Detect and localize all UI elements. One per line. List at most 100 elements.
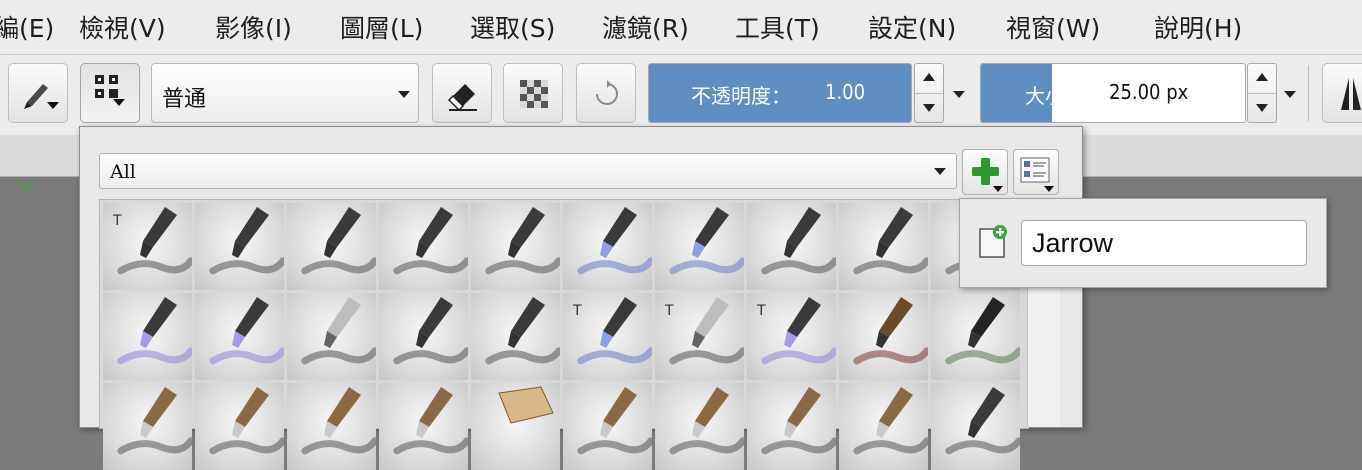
- blend-mode-select[interactable]: 普通: [151, 63, 419, 123]
- brush-preset-tile[interactable]: [103, 383, 192, 470]
- tool-options-bar: 普通 不透明度： 1.00 大小： 25.00 px: [0, 55, 1362, 135]
- brush-preset-thumbnail-icon: [577, 387, 652, 455]
- brush-preset-thumbnail-icon: [669, 207, 744, 275]
- menu-edit[interactable]: 編(E): [0, 9, 54, 45]
- mirror-icon: [1341, 78, 1361, 110]
- brush-preset-tile[interactable]: [839, 203, 928, 290]
- brush-preset-thumbnail-icon: [393, 297, 468, 365]
- brush-preset-tile[interactable]: T: [103, 203, 192, 290]
- svg-text:T: T: [664, 303, 674, 319]
- brush-preset-tile[interactable]: [379, 383, 468, 470]
- size-stepper[interactable]: [1247, 63, 1277, 123]
- reload-preset-button[interactable]: [576, 63, 636, 123]
- brush-preset-tile[interactable]: [103, 293, 192, 380]
- brush-preset-thumbnail-icon: [209, 207, 284, 275]
- svg-text:T: T: [572, 303, 582, 319]
- checkerboard-icon: [520, 80, 548, 108]
- menu-window[interactable]: 視窗(W): [1006, 9, 1100, 45]
- brush-preset-thumbnail-icon: [577, 207, 652, 275]
- brush-preset-thumbnail-icon: [393, 207, 468, 275]
- increase-icon[interactable]: [1256, 73, 1268, 81]
- menu-bar: 編(E) 檢視(V) 影像(I) 圖層(L) 選取(S) 濾鏡(R) 工具(T)…: [0, 0, 1362, 55]
- size-menu-arrow-icon[interactable]: [1284, 91, 1296, 98]
- brush-preset-thumbnail-icon: T: [756, 297, 836, 365]
- menu-settings[interactable]: 設定(N): [868, 9, 956, 45]
- toolbar-divider: [1308, 65, 1309, 121]
- svg-text:T: T: [112, 213, 122, 229]
- brush-preset-tile[interactable]: [655, 203, 744, 290]
- brush-preset-thumbnail-icon: [301, 207, 376, 275]
- tag-name-input[interactable]: [1021, 220, 1307, 266]
- menu-layer[interactable]: 圖層(L): [340, 9, 423, 45]
- brush-preset-tile[interactable]: T: [655, 293, 744, 380]
- brush-preset-tile[interactable]: [931, 293, 1020, 380]
- brush-preset-thumbnail-icon: [853, 297, 928, 365]
- brush-preset-tile[interactable]: T: [747, 293, 836, 380]
- menu-image[interactable]: 影像(I): [215, 9, 292, 45]
- brush-tool-button[interactable]: [8, 63, 68, 123]
- brush-preset-tile[interactable]: [379, 203, 468, 290]
- brush-preset-tile[interactable]: [287, 383, 376, 470]
- menu-select[interactable]: 選取(S): [470, 9, 555, 45]
- preserve-alpha-button[interactable]: [503, 63, 563, 123]
- brush-preset-tile[interactable]: [471, 383, 560, 470]
- size-slider[interactable]: 大小： 25.00 px: [980, 63, 1246, 123]
- brush-preset-thumbnail-icon: [669, 387, 744, 455]
- eraser-icon: [447, 84, 477, 112]
- eraser-mode-button[interactable]: [432, 63, 492, 123]
- brush-preset-tile[interactable]: [195, 203, 284, 290]
- brush-preset-tile[interactable]: [655, 383, 744, 470]
- size-value: 25.00 px: [1109, 80, 1189, 104]
- brush-preset-thumbnail-icon: [485, 297, 560, 365]
- mirror-button[interactable]: [1322, 63, 1362, 123]
- brush-preset-tile[interactable]: [471, 203, 560, 290]
- brush-preset-tile[interactable]: [379, 293, 468, 380]
- opacity-slider[interactable]: 不透明度： 1.00: [648, 63, 912, 123]
- presets-grid-icon: [95, 75, 125, 106]
- brush-preset-grid: T T T T: [99, 199, 1029, 470]
- brush-preset-thumbnail-icon: [498, 386, 554, 424]
- opacity-stepper[interactable]: [914, 63, 944, 123]
- menu-view[interactable]: 檢視(V): [79, 9, 166, 45]
- view-mode-button[interactable]: [1013, 149, 1059, 195]
- brush-preset-thumbnail-icon: T: [664, 297, 744, 365]
- svg-text:T: T: [756, 303, 766, 319]
- brush-preset-tile[interactable]: [931, 383, 1020, 470]
- brush-preset-tile[interactable]: [747, 383, 836, 470]
- brush-preset-tile[interactable]: [563, 383, 652, 470]
- brush-preset-tile[interactable]: [747, 203, 836, 290]
- brush-presets-button[interactable]: [80, 63, 140, 123]
- tag-filter-select[interactable]: All: [99, 153, 957, 189]
- add-tag-button[interactable]: [962, 149, 1008, 195]
- brush-preset-tile[interactable]: [471, 293, 560, 380]
- menu-filter[interactable]: 濾鏡(R): [602, 9, 689, 45]
- chevron-down-icon: [17, 180, 35, 192]
- brush-preset-thumbnail-icon: [117, 297, 192, 365]
- increase-icon[interactable]: [923, 73, 935, 81]
- decrease-icon[interactable]: [923, 104, 935, 112]
- brush-preset-thumbnail-icon: [853, 207, 928, 275]
- brush-preset-thumbnail-icon: [209, 297, 284, 365]
- brush-preset-tile[interactable]: [839, 293, 928, 380]
- brush-preset-tile[interactable]: [195, 293, 284, 380]
- opacity-menu-arrow-icon[interactable]: [953, 91, 965, 98]
- brush-preset-thumbnail-icon: [761, 387, 836, 455]
- brush-preset-tile[interactable]: [839, 383, 928, 470]
- decrease-icon[interactable]: [1256, 104, 1268, 112]
- brush-preset-popup: All T T T T: [79, 126, 1083, 470]
- reload-icon: [596, 80, 618, 105]
- menu-tools[interactable]: 工具(T): [735, 9, 820, 45]
- size-label: 大小：: [1025, 84, 1085, 108]
- blend-mode-value: 普通: [162, 87, 207, 112]
- brush-preset-tile[interactable]: [287, 293, 376, 380]
- brush-preset-tile[interactable]: [195, 383, 284, 470]
- menu-help[interactable]: 說明(H): [1154, 9, 1242, 45]
- brush-preset-thumbnail-icon: [301, 297, 376, 365]
- brush-preset-tile[interactable]: T: [563, 293, 652, 380]
- brush-preset-thumbnail-icon: [209, 387, 284, 455]
- opacity-value: 1.00: [825, 80, 866, 104]
- brush-preset-thumbnail-icon: [945, 297, 1020, 365]
- brush-preset-thumbnail-icon: T: [112, 207, 192, 275]
- brush-preset-tile[interactable]: [287, 203, 376, 290]
- brush-preset-tile[interactable]: [563, 203, 652, 290]
